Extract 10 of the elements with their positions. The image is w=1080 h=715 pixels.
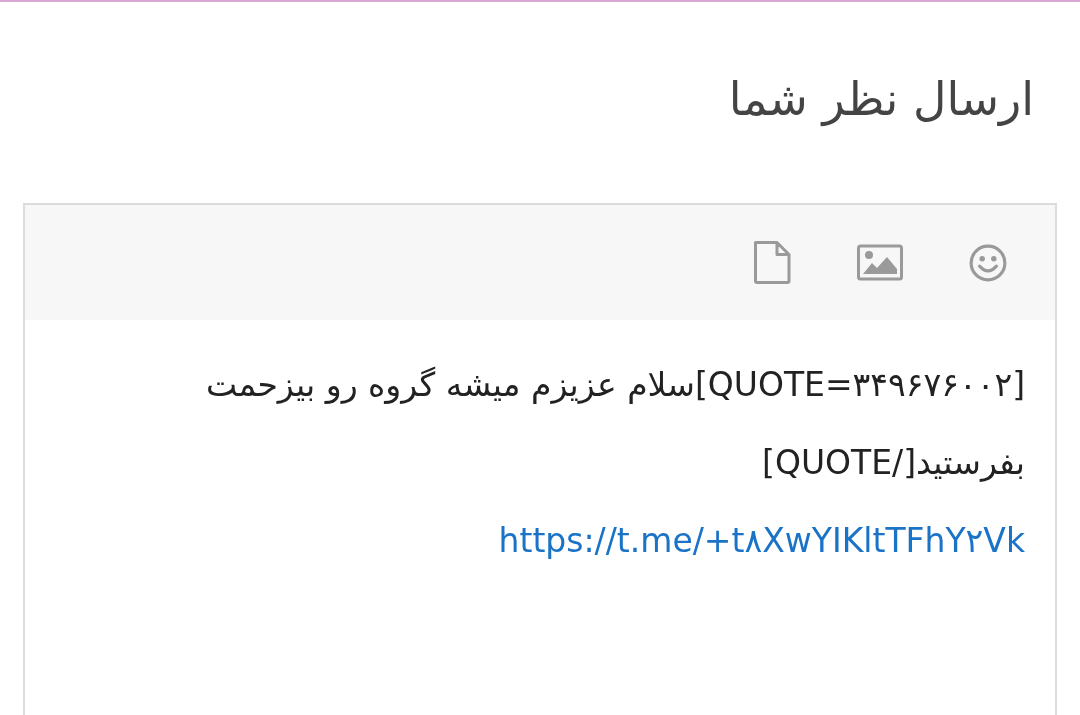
image-icon xyxy=(857,243,903,282)
file-button[interactable] xyxy=(754,241,791,284)
image-button[interactable] xyxy=(857,243,903,282)
smiley-button[interactable] xyxy=(969,243,1007,282)
text-editor[interactable]: [QUOTE=۳۴۹۶۷۶۰۰۲]سلام عزیزم میشه گروه رو بیزحمت بفرستید[/QUOTE] https://t.me/+t۸XwYIKltTFhY۲Vk xyxy=(25,320,1055,580)
form-title: ارسال نظر شما xyxy=(727,71,1035,129)
file-icon xyxy=(754,241,791,284)
smiley-icon xyxy=(969,243,1007,282)
message-text: [QUOTE=۳۴۹۶۷۶۰۰۲]سلام عزیزم میشه گروه رو بیزحمت بفرستید[/QUOTE] xyxy=(205,364,1025,484)
link[interactable]: https://t.me/+t۸XwYIKltTFhY۲Vk xyxy=(498,521,1025,560)
